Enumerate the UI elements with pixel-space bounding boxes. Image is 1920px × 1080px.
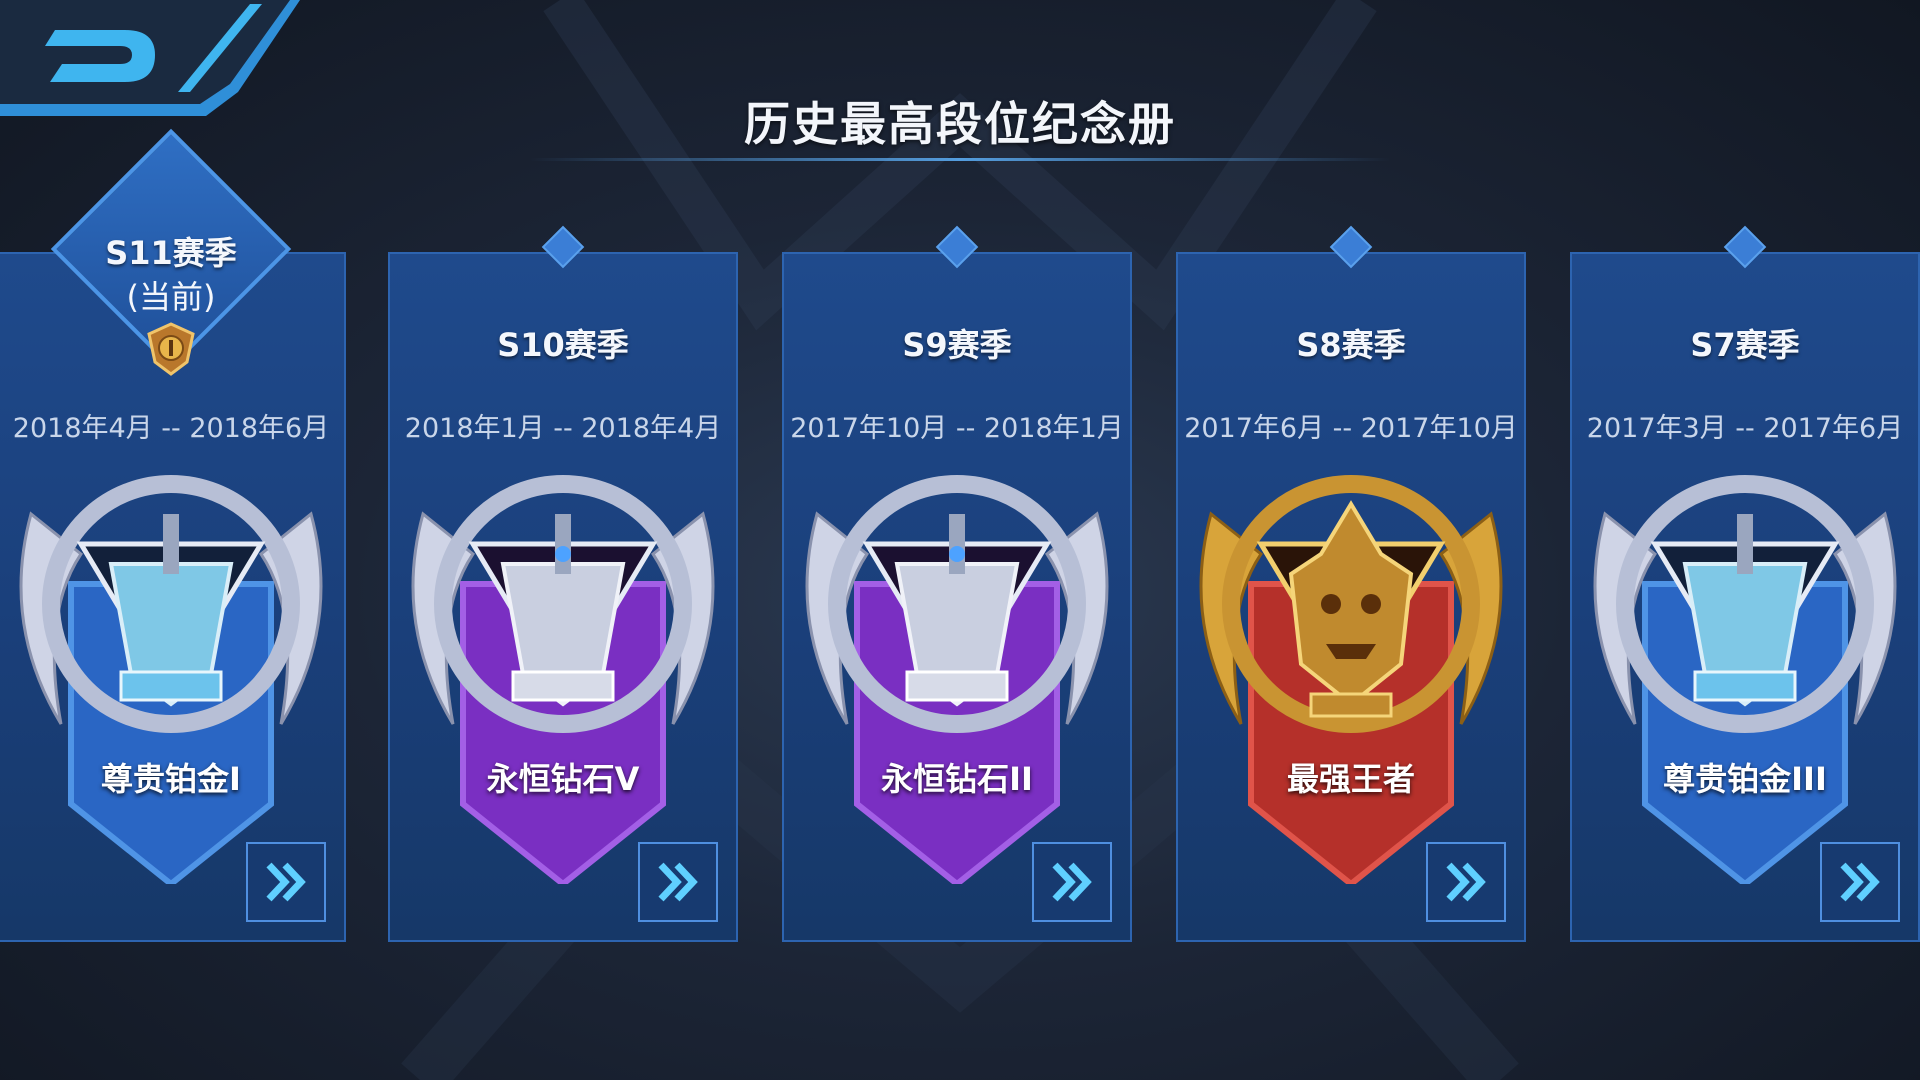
season-title: S10赛季 bbox=[497, 326, 629, 364]
current-season-tag: (当前) bbox=[126, 278, 216, 316]
double-chevron-right-icon bbox=[1052, 862, 1092, 902]
season-card-s8[interactable]: S8赛季 2017年6月 -- 2017年10月 最强王者 bbox=[1176, 225, 1526, 942]
rank-badge bbox=[784, 444, 1130, 884]
season-dates: 2018年1月 -- 2018年4月 bbox=[404, 413, 722, 444]
double-chevron-right-icon bbox=[1840, 862, 1880, 902]
detail-button[interactable] bbox=[1426, 842, 1506, 922]
season-dates: 2018年4月 -- 2018年6月 bbox=[12, 413, 330, 444]
season-card-s9[interactable]: S9赛季 2017年10月 -- 2018年1月 永恒钻石II bbox=[782, 225, 1132, 942]
double-chevron-right-icon bbox=[266, 862, 306, 902]
season-card-s10[interactable]: S10赛季 2018年1月 -- 2018年4月 永恒钻石V bbox=[388, 225, 738, 942]
diamond-badge-icon bbox=[411, 475, 715, 884]
rank-label: 尊贵铂金I bbox=[101, 760, 241, 798]
king-badge-icon bbox=[1199, 475, 1503, 884]
platinum-badge-icon bbox=[1593, 475, 1897, 884]
detail-button[interactable] bbox=[1820, 842, 1900, 922]
season-dates: 2017年10月 -- 2018年1月 bbox=[790, 413, 1124, 444]
season-title: S8赛季 bbox=[1296, 326, 1406, 364]
season-dates: 2017年6月 -- 2017年10月 bbox=[1184, 413, 1518, 444]
double-chevron-right-icon bbox=[1446, 862, 1486, 902]
card-notch bbox=[541, 225, 585, 269]
diamond-badge-icon bbox=[805, 475, 1109, 884]
current-rank-medal-icon bbox=[147, 322, 195, 376]
card-notch bbox=[935, 225, 979, 269]
rank-label: 永恒钻石II bbox=[881, 760, 1033, 798]
detail-button[interactable] bbox=[246, 842, 326, 922]
season-dates: 2017年3月 -- 2017年6月 bbox=[1586, 413, 1904, 444]
rank-label: 最强王者 bbox=[1286, 760, 1415, 798]
season-title: S9赛季 bbox=[902, 326, 1012, 364]
detail-button[interactable] bbox=[1032, 842, 1112, 922]
rank-label: 尊贵铂金III bbox=[1663, 760, 1827, 798]
platinum-badge-icon bbox=[19, 475, 323, 884]
rank-label: 永恒钻石V bbox=[486, 760, 640, 798]
season-title: S11赛季 bbox=[105, 234, 237, 272]
season-card-s11[interactable]: S11赛季 (当前) 2018年4月 -- 2018年6月 尊贵铂金I bbox=[0, 128, 346, 942]
season-cards: S11赛季 (当前) 2018年4月 -- 2018年6月 尊贵铂金I S10赛… bbox=[0, 0, 1920, 1080]
card-notch bbox=[1723, 225, 1767, 269]
season-card-s7[interactable]: S7赛季 2017年3月 -- 2017年6月 尊贵铂金III bbox=[1570, 225, 1920, 942]
detail-button[interactable] bbox=[638, 842, 718, 922]
rank-badge bbox=[1572, 444, 1918, 884]
rank-badge bbox=[390, 444, 736, 884]
double-chevron-right-icon bbox=[658, 862, 698, 902]
card-notch bbox=[1329, 225, 1373, 269]
rank-badge bbox=[1178, 444, 1524, 884]
rank-badge bbox=[0, 444, 344, 884]
season-title: S7赛季 bbox=[1690, 326, 1800, 364]
